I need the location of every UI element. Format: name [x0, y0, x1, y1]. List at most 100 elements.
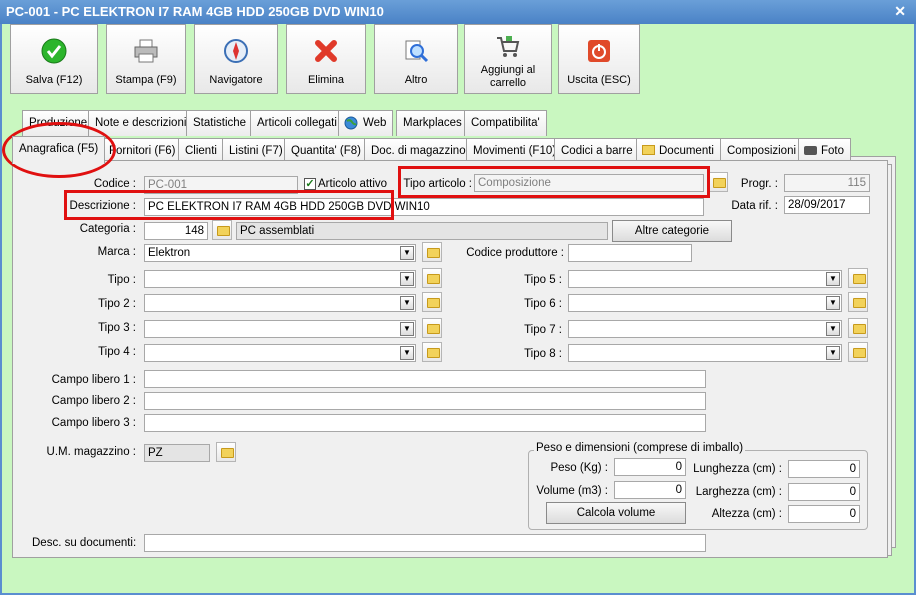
lunghezza-label: Lunghezza (cm) : [693, 463, 782, 475]
codice-produttore-field[interactable] [568, 244, 692, 262]
um-magazzino-label: U.M. magazzino : [46, 446, 136, 458]
tipo-2-label: Tipo 2 : [98, 298, 136, 310]
marca-folder-icon[interactable] [422, 242, 442, 262]
tab-web-label: Web [363, 117, 387, 129]
close-icon[interactable]: ✕ [894, 3, 906, 19]
navigator-button[interactable]: Navigatore [194, 24, 278, 94]
tipo-4-folder-icon[interactable] [422, 342, 442, 362]
tipo-5-label: Tipo 5 : [524, 274, 562, 286]
altre-categorie-button[interactable]: Altre categorie [612, 220, 732, 242]
tab-anagrafica[interactable]: Anagrafica (F5) [12, 136, 106, 164]
add-to-cart-button-label: Aggiungi al carrello [480, 64, 536, 89]
delete-button-label: Elimina [307, 74, 345, 86]
tipo-8-select[interactable]: ▼ [568, 344, 842, 362]
chevron-down-icon[interactable]: ▼ [400, 346, 414, 360]
printer-icon [134, 39, 158, 63]
categoria-folder-icon[interactable] [212, 220, 232, 240]
tab-articoli-collegati[interactable]: Articoli collegati [250, 110, 344, 136]
tipo-2-select[interactable]: ▼ [144, 294, 416, 312]
chevron-down-icon[interactable]: ▼ [400, 272, 414, 286]
tipo-8-label: Tipo 8 : [524, 348, 562, 360]
tab-statistiche[interactable]: Statistiche [186, 110, 254, 136]
categoria-label: Categoria : [79, 223, 136, 235]
codice-produttore-label: Codice produttore : [466, 247, 564, 259]
categoria-code-field[interactable]: 148 [144, 222, 208, 240]
tipo-1-select[interactable]: ▼ [144, 270, 416, 288]
highlight-box-tipo-articolo [398, 166, 710, 198]
data-rif-field[interactable]: 28/09/2017 [784, 196, 870, 214]
campo-libero-1-field[interactable] [144, 370, 706, 388]
progr-field[interactable]: 115 [784, 174, 870, 192]
exit-button[interactable]: Uscita (ESC) [558, 24, 640, 94]
campo-libero-2-field[interactable] [144, 392, 706, 410]
marca-value: Elektron [148, 247, 191, 259]
tipo-3-select[interactable]: ▼ [144, 320, 416, 338]
tab-web[interactable]: Web [338, 110, 394, 136]
calcola-volume-button[interactable]: Calcola volume [546, 502, 686, 524]
save-button[interactable]: Salva (F12) [10, 24, 98, 94]
print-button[interactable]: Stampa (F9) [106, 24, 186, 94]
more-button-label: Altro [404, 74, 428, 86]
chevron-down-icon[interactable]: ▼ [826, 346, 840, 360]
compass-icon [224, 39, 248, 63]
chevron-down-icon[interactable]: ▼ [400, 296, 414, 310]
chevron-down-icon[interactable]: ▼ [400, 246, 414, 260]
tipo-7-folder-icon[interactable] [848, 318, 868, 338]
tipo-4-label: Tipo 4 : [98, 346, 136, 358]
chevron-down-icon[interactable]: ▼ [826, 296, 840, 310]
magnifier-icon [405, 40, 429, 63]
tipo-1-folder-icon[interactable] [422, 268, 442, 288]
window-titlebar: PC-001 - PC ELEKTRON I7 RAM 4GB HDD 250G… [0, 0, 916, 24]
window-body: Salva (F12) Stampa (F9) Navigatore Elimi… [0, 24, 916, 595]
altezza-label: Altezza (cm) : [711, 508, 782, 520]
volume-label: Volume (m3) : [536, 485, 608, 497]
tipo-1-label: Tipo : [107, 274, 136, 286]
tipo-3-folder-icon[interactable] [422, 318, 442, 338]
folder-icon [642, 145, 655, 155]
peso-field[interactable]: 0 [614, 458, 686, 476]
altezza-field[interactable]: 0 [788, 505, 860, 523]
tipo-5-folder-icon[interactable] [848, 268, 868, 288]
power-icon [588, 40, 610, 62]
navigator-button-label: Navigatore [209, 74, 263, 86]
tipo-articolo-folder-icon[interactable] [708, 172, 728, 192]
tipo-7-select[interactable]: ▼ [568, 320, 842, 338]
tipo-5-select[interactable]: ▼ [568, 270, 842, 288]
categoria-name-field: PC assemblati [236, 222, 608, 240]
articolo-attivo-checkbox[interactable]: ✓ [304, 178, 316, 190]
save-button-label: Salva (F12) [25, 74, 83, 86]
window-title: PC-001 - PC ELEKTRON I7 RAM 4GB HDD 250G… [6, 4, 384, 19]
tipo-8-folder-icon[interactable] [848, 342, 868, 362]
tipo-7-label: Tipo 7 : [524, 324, 562, 336]
tipo-6-select[interactable]: ▼ [568, 294, 842, 312]
tab-markplaces[interactable]: Markplaces [396, 110, 469, 136]
more-button[interactable]: Altro [374, 24, 458, 94]
larghezza-field[interactable]: 0 [788, 483, 860, 501]
chevron-down-icon[interactable]: ▼ [400, 322, 414, 336]
add-to-cart-button[interactable]: Aggiungi al carrello [464, 24, 552, 94]
data-rif-label: Data rif. : [731, 200, 778, 212]
um-magazzino-folder-icon[interactable] [216, 442, 236, 462]
globe-icon [344, 116, 358, 130]
tab-compatibilita[interactable]: Compatibilita' [464, 110, 547, 136]
tipo-6-label: Tipo 6 : [524, 298, 562, 310]
larghezza-label: Larghezza (cm) : [695, 486, 782, 498]
check-icon [41, 38, 67, 64]
chevron-down-icon[interactable]: ▼ [826, 272, 840, 286]
tipo-6-folder-icon[interactable] [848, 292, 868, 312]
tipo-4-select[interactable]: ▼ [144, 344, 416, 362]
tipo-2-folder-icon[interactable] [422, 292, 442, 312]
volume-field[interactable]: 0 [614, 481, 686, 499]
lunghezza-field[interactable]: 0 [788, 460, 860, 478]
um-magazzino-field[interactable]: PZ [144, 444, 210, 462]
marca-select[interactable]: Elektron ▼ [144, 244, 416, 262]
chevron-down-icon[interactable]: ▼ [826, 322, 840, 336]
peso-label: Peso (Kg) : [550, 462, 608, 474]
desc-documenti-field[interactable] [144, 534, 706, 552]
campo-libero-1-label: Campo libero 1 : [51, 374, 136, 386]
delete-x-icon [315, 40, 337, 62]
progr-label: Progr. : [740, 178, 778, 190]
campo-libero-3-field[interactable] [144, 414, 706, 432]
delete-button[interactable]: Elimina [286, 24, 366, 94]
campo-libero-2-label: Campo libero 2 : [51, 395, 136, 407]
